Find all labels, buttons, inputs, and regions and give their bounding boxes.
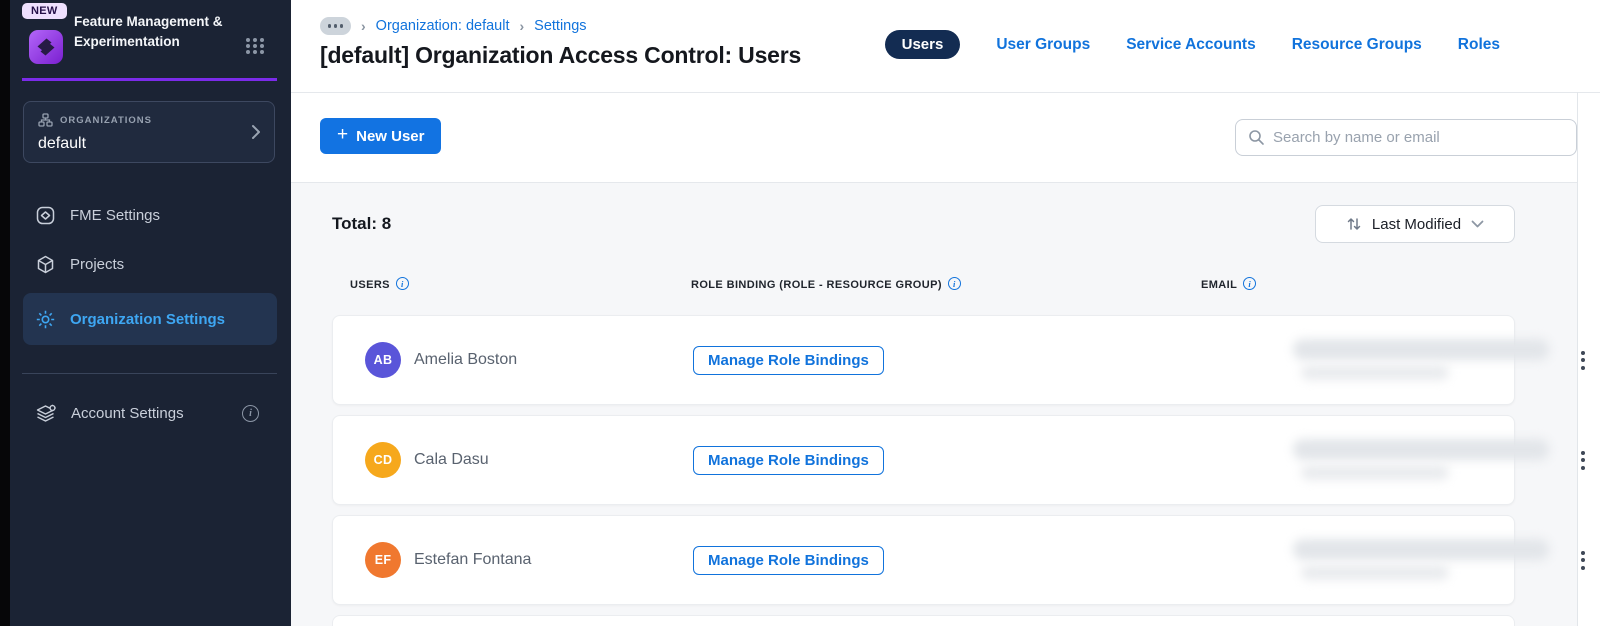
table-row: CD Cala Dasu Manage Role Bindings — [332, 415, 1585, 505]
search-input[interactable] — [1273, 129, 1564, 146]
tab-resource-groups[interactable]: Resource Groups — [1292, 36, 1422, 54]
app-window: NEW Feature Management & Experimentation — [0, 0, 1600, 626]
sidebar: NEW Feature Management & Experimentation — [10, 0, 291, 626]
sidebar-divider — [22, 373, 277, 374]
search-box[interactable] — [1235, 119, 1577, 156]
page-title: [default] Organization Access Control: U… — [320, 42, 802, 68]
info-icon[interactable]: i — [1243, 277, 1257, 290]
brand-accent-line — [22, 78, 277, 81]
sort-arrows-icon — [1346, 216, 1362, 232]
cube-icon — [35, 254, 56, 275]
users-content: Total: 8 Last Modified USERS i ROLE BIND… — [291, 182, 1585, 626]
search-icon — [1248, 129, 1265, 146]
sidebar-item-label: Account Settings — [71, 404, 184, 422]
breadcrumb-link-settings[interactable]: Settings — [534, 18, 586, 34]
desktop-edge-strip — [0, 0, 10, 626]
user-rows: AB Amelia Boston Manage Role Bindings CD… — [332, 315, 1585, 605]
org-selector-value: default — [38, 135, 87, 152]
info-icon[interactable]: i — [242, 404, 259, 422]
header-divider — [291, 92, 1600, 93]
sidebar-item-organization-settings[interactable]: Organization Settings — [23, 293, 277, 345]
tab-roles[interactable]: Roles — [1458, 36, 1500, 54]
row-menu-kebab-icon[interactable] — [1563, 345, 1600, 376]
new-badge: NEW — [22, 3, 67, 19]
access-control-tabs: Users User Groups Service Accounts Resou… — [884, 30, 1500, 59]
sidebar-item-label: Organization Settings — [70, 310, 226, 328]
row-menu-kebab-icon[interactable] — [1563, 545, 1600, 576]
avatar: CD — [365, 442, 401, 478]
chevron-down-icon — [1471, 220, 1484, 229]
sidebar-item-label: FME Settings — [70, 206, 161, 224]
user-name: Cala Dasu — [414, 451, 489, 468]
tab-user-groups[interactable]: User Groups — [996, 36, 1090, 54]
chevron-separator: › — [361, 18, 366, 34]
tab-service-accounts[interactable]: Service Accounts — [1126, 36, 1256, 54]
breadcrumb-ellipsis-icon[interactable] — [320, 17, 351, 35]
column-email: EMAIL i — [1201, 277, 1515, 291]
table-row: EF Estefan Fontana Manage Role Bindings — [332, 515, 1585, 605]
manage-role-bindings-button[interactable]: Manage Role Bindings — [693, 445, 884, 475]
avatar: AB — [365, 342, 401, 378]
breadcrumb-link-organization[interactable]: Organization: default — [376, 18, 510, 34]
organization-selector[interactable]: ORGANIZATIONS default — [23, 101, 275, 163]
redacted-email — [1293, 332, 1563, 388]
table-row: AB Amelia Boston Manage Role Bindings — [332, 315, 1585, 405]
layers-gear-icon — [35, 403, 57, 424]
sort-label: Last Modified — [1371, 215, 1462, 233]
sort-dropdown[interactable]: Last Modified — [1315, 205, 1515, 243]
gear-icon — [35, 309, 56, 330]
app-switcher-icon[interactable] — [246, 38, 265, 54]
app-logo-icon — [28, 29, 64, 65]
sidebar-item-label: Projects — [70, 255, 125, 273]
sidebar-item-projects[interactable]: Projects — [23, 245, 277, 283]
table-header-row: USERS i ROLE BINDING (ROLE - RESOURCE GR… — [332, 277, 1515, 291]
chevron-separator: › — [519, 18, 525, 34]
main-area: › Organization: default › Settings [defa… — [291, 0, 1600, 626]
info-icon[interactable]: i — [395, 277, 409, 290]
sidebar-item-fme-settings[interactable]: FME Settings — [23, 196, 277, 234]
fme-icon — [35, 205, 56, 226]
tab-users[interactable]: Users — [884, 30, 961, 59]
plus-icon: + — [337, 124, 349, 145]
user-name: Amelia Boston — [414, 351, 518, 368]
org-hierarchy-icon — [38, 113, 53, 127]
avatar: EF — [365, 542, 401, 578]
redacted-email — [1293, 532, 1563, 588]
sidebar-item-account-settings[interactable]: Account Settings i — [23, 394, 277, 432]
column-role-binding: ROLE BINDING (ROLE - RESOURCE GROUP) i — [691, 277, 1201, 291]
breadcrumb: › Organization: default › Settings — [320, 17, 587, 35]
user-name: Estefan Fontana — [414, 551, 532, 568]
column-users: USERS i — [350, 277, 691, 291]
new-user-button[interactable]: + New User — [320, 118, 442, 154]
info-icon[interactable]: i — [947, 277, 961, 290]
manage-role-bindings-button[interactable]: Manage Role Bindings — [693, 545, 884, 575]
row-menu-kebab-icon[interactable] — [1563, 445, 1600, 476]
org-selector-label: ORGANIZATIONS — [60, 114, 152, 126]
total-count: Total: 8 — [332, 214, 392, 233]
redacted-email — [1293, 432, 1563, 488]
content-right-border — [1577, 92, 1578, 626]
chevron-right-icon — [251, 124, 261, 140]
app-title: Feature Management & Experimentation — [74, 14, 223, 49]
manage-role-bindings-button[interactable]: Manage Role Bindings — [693, 345, 884, 375]
next-row-partial — [332, 615, 1515, 626]
